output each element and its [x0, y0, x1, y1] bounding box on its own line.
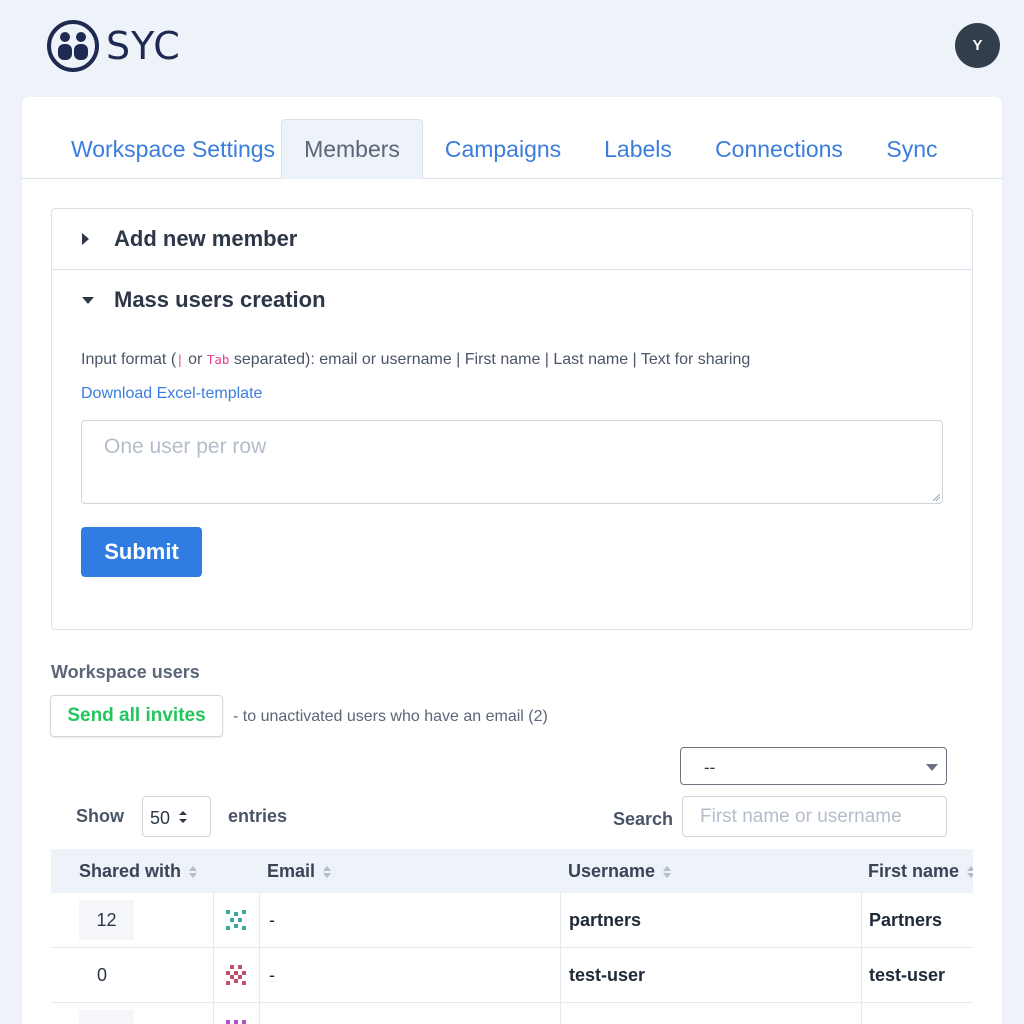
- format-or: or: [183, 351, 207, 368]
- tab-sync[interactable]: Sync: [872, 119, 952, 179]
- col-username-label: Username: [568, 861, 656, 881]
- cell-divider: [861, 1003, 862, 1024]
- sort-icon: [189, 865, 198, 878]
- sort-icon: [323, 865, 332, 878]
- entries-label: entries: [228, 806, 288, 826]
- top-bar: SYC Y: [0, 0, 1024, 96]
- col-username[interactable]: Username: [568, 861, 672, 882]
- mass-creation-title: Mass users creation: [114, 287, 326, 312]
- cell-divider: [560, 1003, 561, 1024]
- table-row[interactable]: [51, 1003, 973, 1024]
- mass-users-textarea[interactable]: [81, 420, 943, 504]
- table-row[interactable]: 12 - partners Partners: [51, 893, 973, 948]
- user-identicon-icon: [226, 910, 246, 930]
- first-name-cell: Partners: [869, 910, 943, 930]
- col-email-label: Email: [267, 861, 316, 881]
- add-member-header[interactable]: Add new member: [52, 209, 972, 269]
- user-identicon-icon: [226, 1020, 246, 1024]
- shared-with-count: 0: [97, 965, 108, 985]
- col-shared-with[interactable]: Shared with: [79, 861, 198, 882]
- format-prefix: Input format (: [81, 351, 177, 368]
- format-suffix: separated): email or username | First na…: [229, 351, 751, 368]
- tab-bar: Workspace Settings Members Campaigns Lab…: [22, 97, 1002, 179]
- first-name-cell: test-user: [869, 965, 946, 985]
- tab-members[interactable]: Members: [281, 119, 423, 179]
- dropdown-arrow-icon: [926, 764, 938, 771]
- cell-divider: [213, 1003, 214, 1024]
- app-logo[interactable]: SYC: [46, 18, 181, 74]
- workspace-users-title: Workspace users: [51, 662, 200, 682]
- shared-with-count-partial: [79, 1010, 134, 1024]
- caret-down-icon: [82, 296, 94, 304]
- sort-icon: [663, 865, 672, 878]
- cell-divider: [560, 948, 561, 1003]
- mass-creation-header[interactable]: Mass users creation: [52, 270, 972, 330]
- tab-connections[interactable]: Connections: [700, 119, 858, 179]
- entries-value: 50: [150, 808, 171, 828]
- submit-button[interactable]: Submit: [81, 527, 202, 577]
- member-accordion: Add new member Mass users creation Input…: [51, 208, 973, 630]
- tab-code: Tab: [206, 352, 230, 367]
- user-filter-select[interactable]: --: [680, 747, 947, 785]
- input-format-hint: Input format (| or Tab separated): email…: [81, 351, 750, 369]
- select-updown-icon: [179, 811, 187, 823]
- cell-divider: [861, 948, 862, 1003]
- sort-icon: [967, 865, 973, 878]
- table-row[interactable]: 0 - test-user test-user: [51, 948, 973, 1003]
- search-label: Search: [613, 809, 674, 829]
- main-card: Workspace Settings Members Campaigns Lab…: [22, 97, 1002, 1024]
- col-email[interactable]: Email: [267, 861, 332, 882]
- tab-campaigns[interactable]: Campaigns: [428, 119, 578, 179]
- entries-select[interactable]: 50: [142, 796, 211, 837]
- send-all-invites-button[interactable]: Send all invites: [50, 695, 223, 737]
- tab-labels[interactable]: Labels: [590, 119, 686, 179]
- show-label: Show: [76, 806, 124, 826]
- users-table: Shared with Email Username First name 12: [51, 849, 973, 1024]
- add-member-title: Add new member: [114, 226, 298, 251]
- download-template-link[interactable]: Download Excel-template: [81, 385, 262, 403]
- table-header: Shared with Email Username First name: [51, 849, 973, 893]
- cell-divider: [259, 948, 260, 1003]
- avatar-initial: Y: [972, 37, 983, 54]
- search-input[interactable]: [682, 796, 947, 837]
- cell-divider: [861, 893, 862, 948]
- cell-divider: [259, 893, 260, 948]
- user-identicon-icon: [226, 965, 246, 985]
- col-shared-with-label: Shared with: [79, 861, 182, 881]
- col-first-name-label: First name: [868, 861, 960, 881]
- cell-divider: [560, 893, 561, 948]
- caret-right-icon: [82, 233, 89, 245]
- logo-text: SYC: [106, 24, 181, 68]
- tab-workspace-settings[interactable]: Workspace Settings: [44, 119, 302, 179]
- cell-divider: [213, 948, 214, 1003]
- col-first-name[interactable]: First name: [868, 861, 973, 882]
- filter-value: --: [704, 758, 716, 777]
- resize-grip-icon[interactable]: [932, 493, 940, 501]
- username-cell: partners: [569, 910, 642, 930]
- shared-with-count: 12: [79, 900, 134, 940]
- pipe-code: |: [176, 352, 184, 367]
- send-invites-note: - to unactivated users who have an email…: [233, 708, 548, 725]
- cell-divider: [259, 1003, 260, 1024]
- username-cell: test-user: [569, 965, 646, 985]
- email-cell: -: [269, 965, 275, 985]
- cell-divider: [213, 893, 214, 948]
- user-avatar[interactable]: Y: [955, 23, 1000, 68]
- email-cell: -: [269, 910, 275, 930]
- syc-logo-icon: [47, 20, 99, 72]
